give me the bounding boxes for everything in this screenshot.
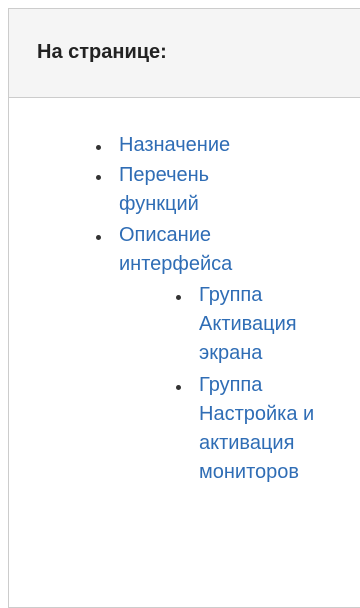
toc-link-interface-description[interactable]: Описание интерфейса — [119, 224, 232, 275]
toc-link-monitor-setup-group[interactable]: Группа Настройка и активация мониторов — [199, 374, 314, 483]
on-this-page-panel: На странице: Назначение Перечень функций… — [8, 8, 360, 608]
toc-item-interface-description[interactable]: Описание интерфейса — [119, 221, 269, 279]
toc-link-functions-list[interactable]: Перечень функций — [119, 164, 209, 215]
bullet-icon — [176, 385, 181, 390]
panel-title: На странице: — [37, 40, 167, 63]
bullet-icon — [96, 235, 101, 240]
bullet-icon — [176, 295, 181, 300]
panel-header: На странице: — [9, 9, 360, 98]
toc-link-purpose[interactable]: Назначение — [119, 134, 230, 156]
toc-item-purpose[interactable]: Назначение — [119, 131, 279, 160]
toc-item-screen-activation-group[interactable]: Группа Активация экрана — [199, 281, 339, 368]
bullet-icon — [96, 145, 101, 150]
toc-link-screen-activation-group[interactable]: Группа Активация экрана — [199, 284, 297, 364]
toc-item-monitor-setup-group[interactable]: Группа Настройка и активация мониторов — [199, 371, 339, 487]
toc-item-functions-list[interactable]: Перечень функций — [119, 161, 259, 219]
bullet-icon — [96, 175, 101, 180]
